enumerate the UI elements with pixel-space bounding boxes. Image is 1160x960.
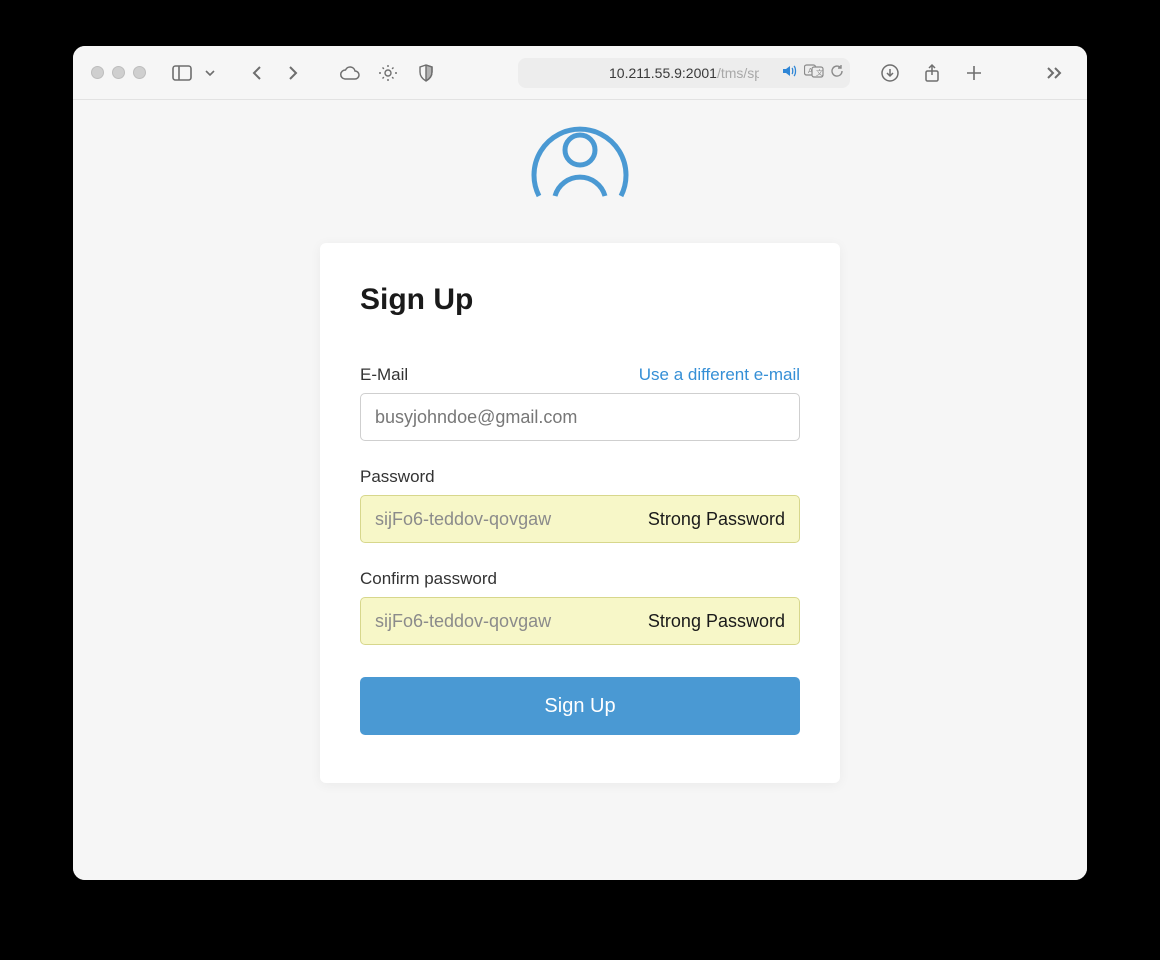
- signup-card: Sign Up E-Mail Use a different e-mail Pa…: [320, 243, 840, 783]
- confirm-password-label: Confirm password: [360, 569, 497, 589]
- email-label: E-Mail: [360, 365, 408, 385]
- password-strength-label: Strong Password: [642, 509, 785, 530]
- url-text: 10.211.55.9:2001/tms/sp: [609, 65, 759, 81]
- new-tab-icon[interactable]: [960, 59, 988, 87]
- use-different-email-link[interactable]: Use a different e-mail: [639, 365, 800, 385]
- svg-text:A: A: [808, 68, 813, 75]
- confirm-password-strength-label: Strong Password: [642, 611, 785, 632]
- sidebar-dropdown-button[interactable]: [196, 59, 224, 87]
- confirm-password-fade: [551, 598, 611, 644]
- page-content: Sign Up E-Mail Use a different e-mail Pa…: [73, 100, 1087, 880]
- reload-icon[interactable]: [830, 64, 844, 81]
- signup-submit-button[interactable]: Sign Up: [360, 677, 800, 735]
- password-field-wrap: sijFo6-teddov-qovgaw Strong Password: [360, 495, 800, 543]
- maximize-window-button[interactable]: [133, 66, 146, 79]
- settings-gear-icon[interactable]: [374, 59, 402, 87]
- password-fade: [551, 496, 611, 542]
- browser-toolbar: 10.211.55.9:2001/tms/sp A 文: [73, 46, 1087, 100]
- password-visible-text: sijFo6-teddov-qovgaw: [375, 509, 551, 530]
- confirm-password-field-wrap: sijFo6-teddov-qovgaw Strong Password: [360, 597, 800, 645]
- card-title: Sign Up: [360, 283, 800, 317]
- email-input[interactable]: [360, 393, 800, 441]
- privacy-shield-icon[interactable]: [412, 59, 440, 87]
- close-window-button[interactable]: [91, 66, 104, 79]
- address-bar[interactable]: 10.211.55.9:2001/tms/sp A 文: [518, 58, 850, 88]
- forward-button[interactable]: [278, 59, 308, 87]
- minimize-window-button[interactable]: [112, 66, 125, 79]
- overflow-menu-icon[interactable]: [1041, 59, 1069, 87]
- confirm-password-visible-text: sijFo6-teddov-qovgaw: [375, 611, 551, 632]
- audio-icon[interactable]: [782, 64, 798, 81]
- browser-window: 10.211.55.9:2001/tms/sp A 文: [73, 46, 1087, 880]
- window-controls: [91, 66, 146, 79]
- back-button[interactable]: [242, 59, 272, 87]
- icloud-icon[interactable]: [336, 59, 364, 87]
- translate-icon[interactable]: A 文: [804, 64, 824, 81]
- svg-text:文: 文: [816, 68, 823, 77]
- password-label: Password: [360, 467, 435, 487]
- user-avatar-logo-icon: [521, 110, 639, 209]
- sidebar-toggle-button[interactable]: [168, 59, 196, 87]
- downloads-icon[interactable]: [876, 59, 904, 87]
- share-icon[interactable]: [918, 59, 946, 87]
